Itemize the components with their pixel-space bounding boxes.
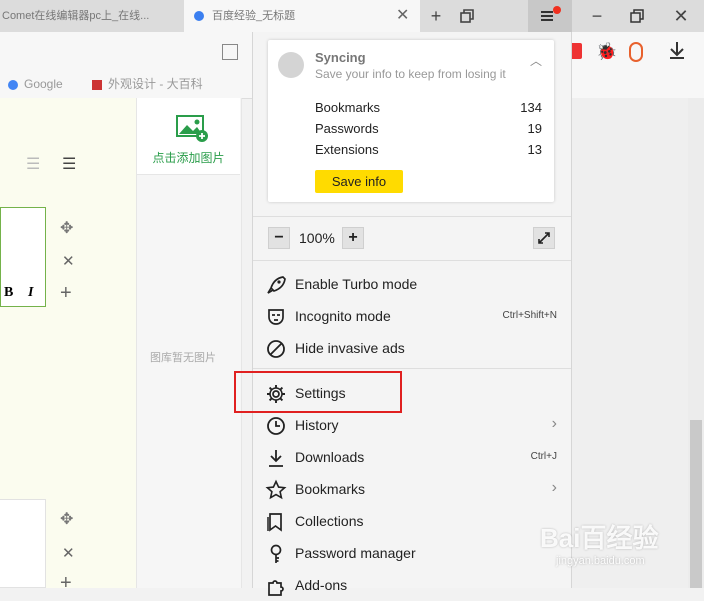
scrollbar-thumb[interactable] (690, 420, 702, 588)
fullscreen-button[interactable] (533, 227, 555, 249)
menu-item-turbo[interactable]: Enable Turbo mode (253, 268, 571, 300)
menu-button[interactable] (528, 0, 572, 32)
menu-item-label: Enable Turbo mode (295, 276, 418, 292)
bookmark-google[interactable]: Google (8, 70, 63, 98)
tab-1-title: Comet在线编辑器pc上_在线... (2, 10, 150, 22)
rocket-icon (267, 276, 286, 294)
menu-item-hide-ads[interactable]: Hide invasive ads (253, 332, 571, 364)
collections-icon (267, 513, 282, 532)
add-image-button[interactable]: 点击添加图片 (137, 98, 240, 175)
save-info-button[interactable]: Save info (315, 170, 403, 193)
bookmark-favicon-icon (92, 79, 102, 90)
no-image-label: 图库暂无图片 (150, 352, 216, 364)
stat-extensions-label: Extensions (315, 142, 379, 157)
avatar-icon (278, 52, 304, 78)
menu-item-password-manager[interactable]: Password manager (253, 537, 571, 569)
tab-manager-glyph (460, 9, 474, 23)
notification-dot (553, 6, 561, 14)
menu-item-label: Password manager (295, 545, 416, 561)
google-icon (8, 79, 18, 90)
menu-item-history[interactable]: History › (253, 409, 571, 441)
sync-subtitle: Save your info to keep from losing it (315, 67, 506, 81)
clock-icon (267, 417, 285, 435)
stat-extensions-value: 13 (527, 142, 542, 157)
add-block-icon-2[interactable]: + (60, 572, 72, 595)
move-icon-2[interactable]: ✥ (60, 509, 73, 529)
menu-item-bookmarks[interactable]: Bookmarks › (253, 473, 571, 505)
menu-item-label: Downloads (295, 449, 365, 465)
zoom-level: 100% (299, 230, 335, 246)
delete-block-icon[interactable]: ✕ (62, 252, 75, 270)
zoom-out-button[interactable]: − (268, 227, 290, 249)
mask-icon (268, 309, 284, 325)
menu-item-label: Incognito mode (295, 308, 391, 324)
tab-manager-icon[interactable] (452, 0, 482, 32)
restore-icon (630, 9, 644, 23)
sync-card: Syncing Save your info to keep from losi… (268, 40, 554, 202)
key-icon (270, 544, 282, 563)
move-icon[interactable]: ✥ (60, 218, 73, 238)
bookmark-label: 外观设计 - 大百科 (108, 77, 203, 91)
menu-separator (253, 216, 571, 217)
unordered-list-icon[interactable]: ☰ (62, 154, 76, 174)
add-image-icon (175, 115, 208, 142)
settings-highlight-box (234, 371, 402, 413)
close-window-button[interactable]: ✕ (666, 0, 696, 32)
text-block-2[interactable] (0, 499, 46, 588)
menu-item-shortcut: Ctrl+J (530, 451, 557, 462)
menu-item-incognito[interactable]: Incognito mode Ctrl+Shift+N (253, 300, 571, 332)
add-image-label: 点击添加图片 (152, 151, 225, 165)
browser-menu: Syncing Save your info to keep from losi… (252, 32, 572, 596)
download-toolbar-icon[interactable] (668, 40, 686, 65)
bookmark-label: Google (24, 77, 63, 91)
menu-item-label: Bookmarks (295, 481, 366, 497)
menu-separator (253, 368, 571, 369)
bold-button[interactable]: B (4, 285, 13, 301)
restore-button[interactable] (622, 0, 652, 32)
page-right-area (572, 98, 704, 588)
watermark-url: jingyan.baidu.com (556, 555, 645, 567)
stat-bookmarks-value: 134 (520, 100, 542, 115)
menu-item-shortcut: Ctrl+Shift+N (502, 310, 557, 321)
ladybug-extension-icon[interactable]: 🐞 (596, 42, 617, 62)
tab-2[interactable]: 百度经验_无标题 ✕ (184, 0, 420, 32)
tab-2-title: 百度经验_无标题 (212, 10, 296, 22)
fullscreen-icon (538, 232, 550, 244)
tab-favicon-icon (194, 11, 204, 21)
delete-block-icon-2[interactable]: ✕ (62, 544, 75, 562)
menu-item-label: Hide invasive ads (295, 340, 405, 356)
watermark-logo: Bai百经验 (540, 523, 659, 553)
puzzle-icon (268, 580, 284, 596)
chevron-right-icon: › (551, 479, 557, 496)
reader-mode-icon[interactable] (222, 44, 238, 60)
menu-item-addons[interactable]: Add-ons (253, 569, 571, 601)
menu-item-downloads[interactable]: Downloads Ctrl+J (253, 441, 571, 473)
toggle-extension-icon[interactable] (629, 42, 643, 62)
sync-title: Syncing (315, 50, 366, 65)
menu-item-collections[interactable]: Collections (253, 505, 571, 537)
download-icon (269, 450, 283, 467)
stat-bookmarks-label: Bookmarks (315, 100, 381, 115)
block-icon (267, 340, 285, 358)
menu-separator (253, 260, 571, 261)
stat-passwords-value: 19 (527, 121, 542, 136)
add-block-icon[interactable]: + (60, 282, 72, 305)
ordered-list-icon[interactable]: ☰ (26, 154, 40, 174)
tab-close-icon[interactable]: ✕ (396, 0, 409, 32)
menu-item-label: Add-ons (295, 577, 348, 593)
zoom-in-button[interactable]: + (342, 227, 364, 249)
chevron-right-icon: › (551, 415, 557, 432)
menu-item-label: Collections (295, 513, 364, 529)
star-icon (265, 479, 287, 500)
stat-passwords-label: Passwords (315, 121, 379, 136)
tab-1[interactable]: Comet在线编辑器pc上_在线... (0, 0, 184, 32)
download-arrow-icon (670, 42, 684, 59)
new-tab-button[interactable]: + (421, 0, 451, 32)
bookmark-design[interactable]: 外观设计 - 大百科 (92, 70, 203, 98)
menu-item-label: History (295, 417, 339, 433)
minimize-button[interactable]: − (582, 0, 612, 32)
italic-button[interactable]: I (28, 285, 33, 301)
collapse-chevron-icon[interactable]: ︿ (530, 52, 542, 69)
